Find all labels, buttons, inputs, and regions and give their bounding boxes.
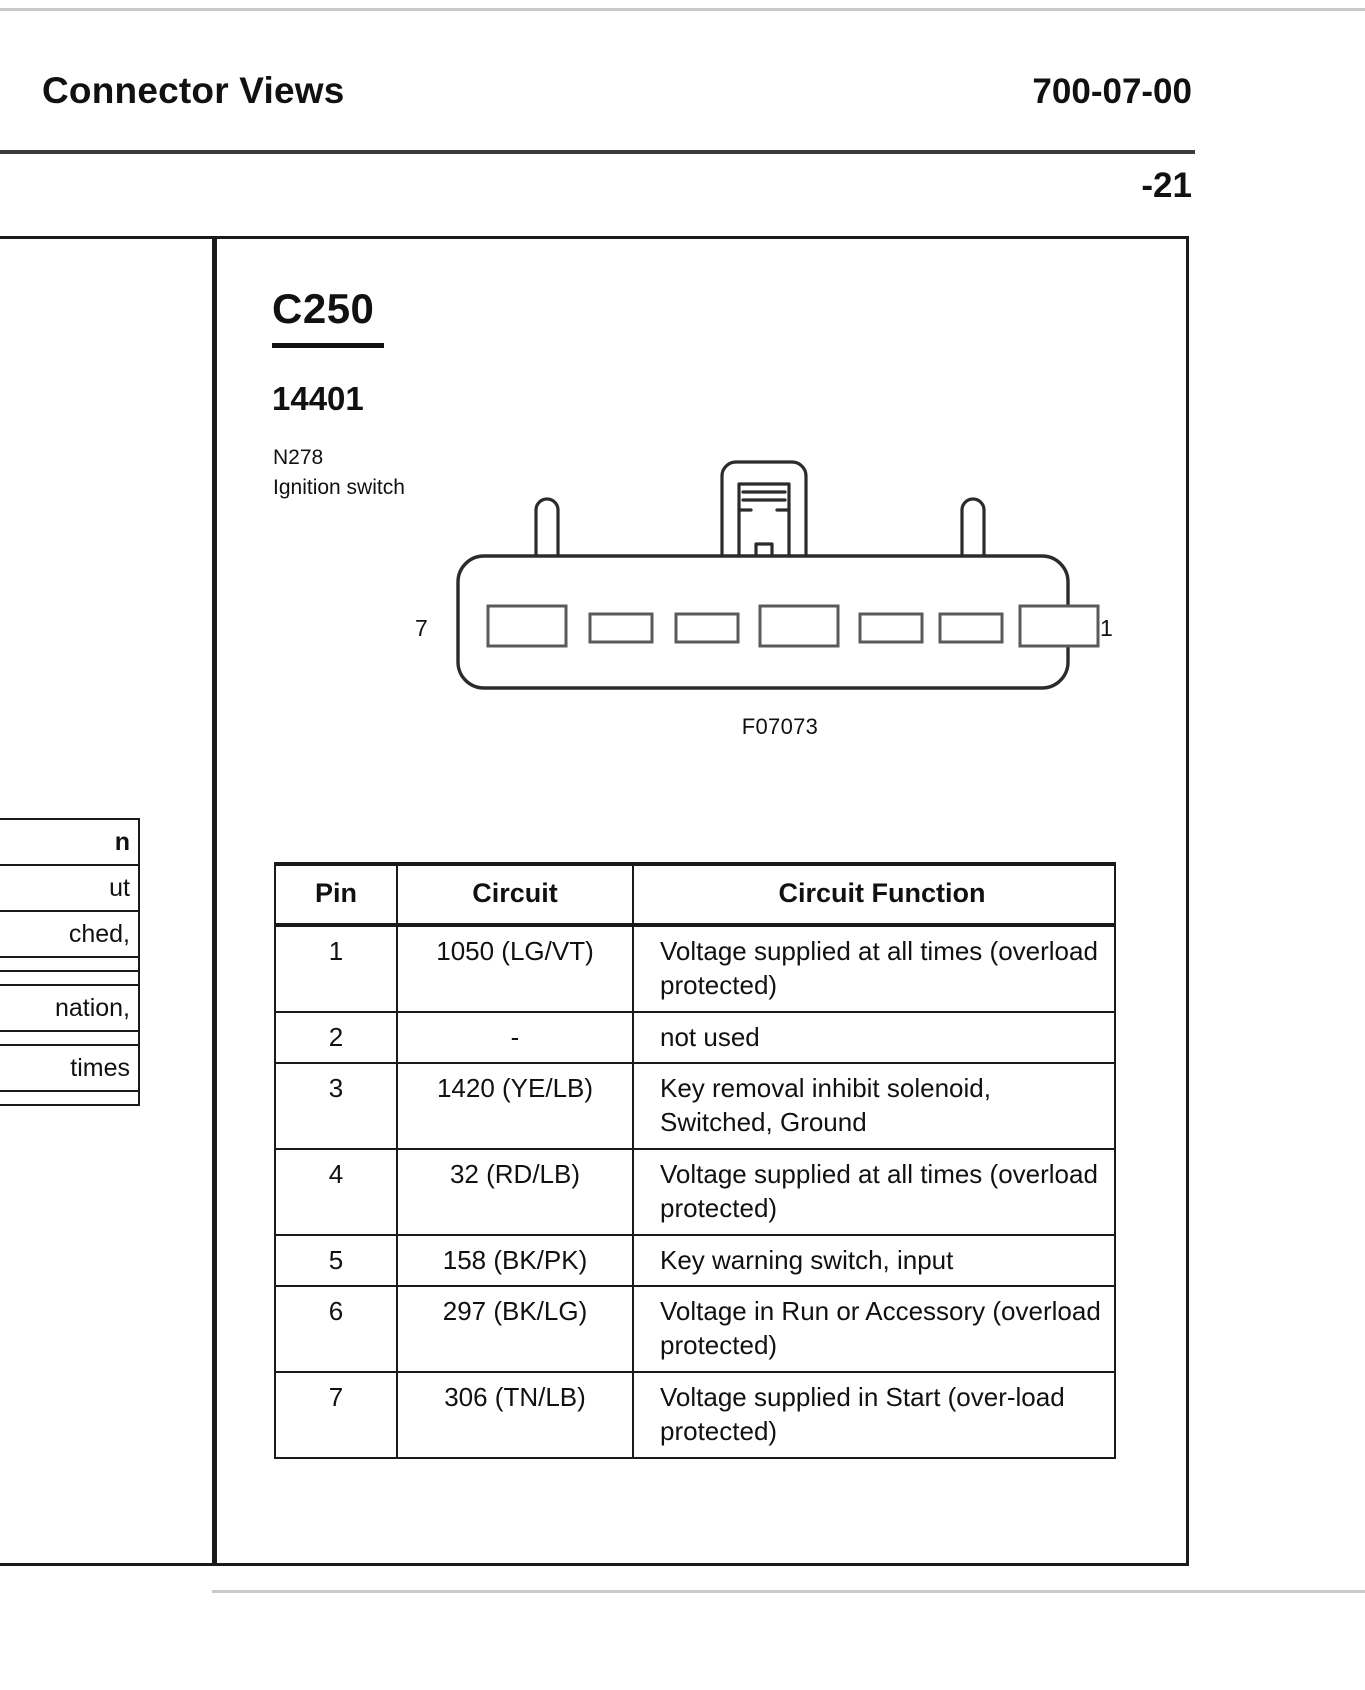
page-title: Connector Views xyxy=(42,70,345,111)
cell-pin: 3 xyxy=(274,1062,398,1151)
pin-table-head: Pin Circuit Circuit Function xyxy=(274,861,1116,928)
left-cell xyxy=(0,970,140,986)
table-row: ched, xyxy=(0,910,140,958)
table-row xyxy=(0,1090,140,1106)
column-divider xyxy=(212,236,217,1566)
connector-ref-designator: N278 xyxy=(273,446,324,469)
left-cell: n xyxy=(0,818,140,866)
left-cell: nation, xyxy=(0,984,140,1032)
table-row xyxy=(0,1030,140,1046)
pin-assignment-table: Pin Circuit Circuit Function 1 1050 (LG/… xyxy=(274,861,1116,1459)
cavity-1 xyxy=(1018,604,1100,648)
table-row: 1 1050 (LG/VT) Voltage supplied at all t… xyxy=(274,924,1116,1013)
table-row xyxy=(0,970,140,986)
table-row: n xyxy=(0,818,140,866)
cell-function: Key removal inhibit solenoid, Switched, … xyxy=(632,1062,1116,1151)
connector-reference-block: N278 Ignition switch xyxy=(273,443,405,504)
cell-circuit: 1420 (YE/LB) xyxy=(396,1062,634,1151)
cell-pin: 7 xyxy=(274,1371,398,1459)
cell-pin: 5 xyxy=(274,1233,398,1288)
left-cell xyxy=(0,1030,140,1046)
cell-function: Voltage supplied at all times (overload … xyxy=(632,924,1116,1013)
cell-function: Voltage in Run or Accessory (overload pr… xyxy=(632,1285,1116,1374)
pin-table-body: 1 1050 (LG/VT) Voltage supplied at all t… xyxy=(274,924,1116,1459)
left-cell: ut xyxy=(0,864,140,912)
pin-number-left: 7 xyxy=(415,615,428,641)
connector-id: C250 xyxy=(272,285,375,332)
cell-pin: 6 xyxy=(274,1285,398,1374)
column-header-circuit-function: Circuit Function xyxy=(632,861,1116,928)
table-row xyxy=(0,956,140,972)
left-keying-tab xyxy=(534,497,560,560)
page-bottom-rule xyxy=(212,1590,1365,1593)
cavity-5 xyxy=(674,612,740,644)
cell-circuit: - xyxy=(396,1010,634,1065)
page-number: -21 xyxy=(1141,166,1192,205)
left-cell xyxy=(0,1090,140,1106)
cavity-4 xyxy=(758,604,840,648)
header-divider xyxy=(0,150,1195,154)
connector-description: Ignition switch xyxy=(273,476,405,500)
table-row: 6 297 (BK/LG) Voltage in Run or Accessor… xyxy=(274,1285,1116,1374)
figure-number: F07073 xyxy=(741,714,819,739)
cell-circuit: 1050 (LG/VT) xyxy=(396,924,634,1013)
table-row: 7 306 (TN/LB) Voltage supplied in Start … xyxy=(274,1371,1116,1459)
cavity-7 xyxy=(486,604,568,648)
left-cell: times xyxy=(0,1044,140,1092)
section-code: 700-07-00 xyxy=(1032,72,1192,111)
connector-id-underline xyxy=(272,343,384,348)
cell-pin: 4 xyxy=(274,1148,398,1236)
cell-pin: 2 xyxy=(274,1010,398,1065)
table-row: ut xyxy=(0,864,140,912)
table-row: 3 1420 (YE/LB) Key removal inhibit solen… xyxy=(274,1062,1116,1151)
cell-circuit: 158 (BK/PK) xyxy=(396,1233,634,1288)
column-header-circuit: Circuit xyxy=(396,861,634,928)
cell-circuit: 32 (RD/LB) xyxy=(396,1148,634,1236)
connector-diagram xyxy=(440,448,1120,698)
cell-circuit: 297 (BK/LG) xyxy=(396,1285,634,1374)
table-row: 2 - not used xyxy=(274,1010,1116,1065)
cavity-3 xyxy=(858,612,924,644)
cell-function: Voltage supplied at all times (overload … xyxy=(632,1148,1116,1236)
table-header-row: Pin Circuit Circuit Function xyxy=(274,861,1116,928)
cell-function: not used xyxy=(632,1010,1116,1065)
adjacent-connector-table-partial: n ut ched, nation, times xyxy=(0,818,140,1106)
left-table-body: n ut ched, nation, times xyxy=(0,818,140,1106)
table-row: 5 158 (BK/PK) Key warning switch, input xyxy=(274,1233,1116,1288)
table-row: nation, xyxy=(0,984,140,1032)
connector-part-number: 14401 xyxy=(272,380,364,417)
page-top-rule xyxy=(0,8,1365,11)
cavity-6 xyxy=(588,612,654,644)
cell-function: Voltage supplied in Start (over-load pro… xyxy=(632,1371,1116,1459)
cell-pin: 1 xyxy=(274,924,398,1013)
left-cell xyxy=(0,956,140,972)
page-header: Connector Views 700-07-00 -21 xyxy=(0,70,1200,205)
connector-svg xyxy=(456,460,1100,690)
column-header-pin: Pin xyxy=(274,861,398,928)
latch-inner-wall xyxy=(737,482,791,560)
left-cell: ched, xyxy=(0,910,140,958)
pin-number-right: 1 xyxy=(1100,615,1113,641)
cell-function: Key warning switch, input xyxy=(632,1233,1116,1288)
right-keying-tab xyxy=(960,497,986,560)
cell-circuit: 306 (TN/LB) xyxy=(396,1371,634,1459)
table-row: times xyxy=(0,1044,140,1092)
cavity-2 xyxy=(938,612,1004,644)
table-row: 4 32 (RD/LB) Voltage supplied at all tim… xyxy=(274,1148,1116,1236)
